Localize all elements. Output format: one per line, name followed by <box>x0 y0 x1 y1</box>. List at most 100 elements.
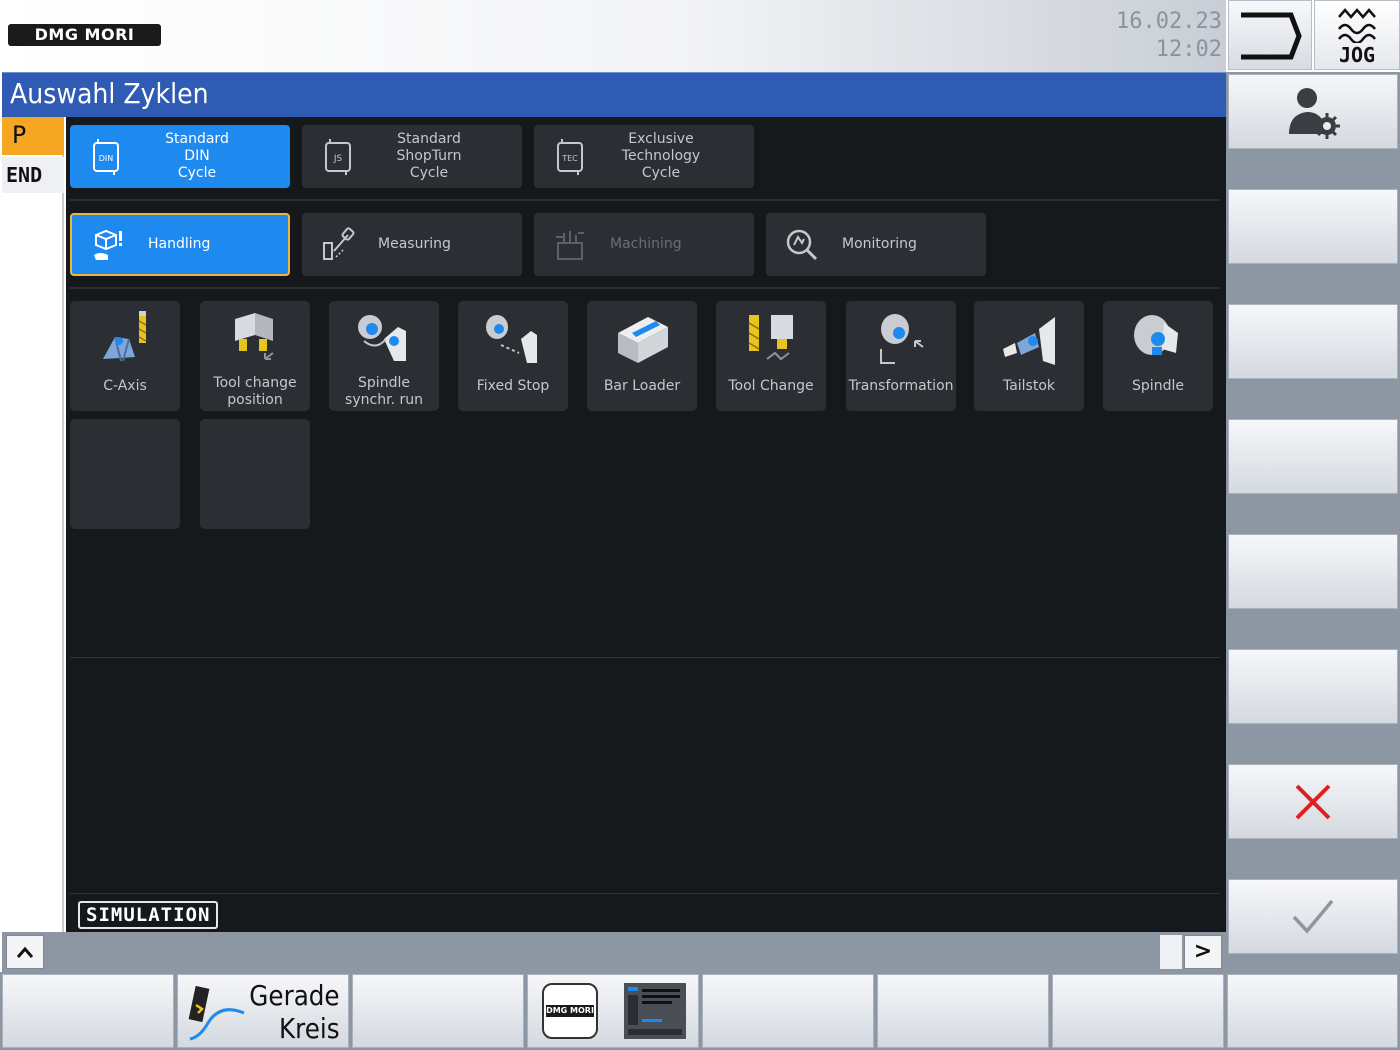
horizontal-softkey-6[interactable] <box>877 974 1049 1048</box>
program-arrow-icon <box>1241 12 1302 60</box>
tab-label: Monitoring <box>842 236 917 252</box>
tab-handling[interactable]: Handling <box>70 213 290 276</box>
tab-standard-din-cycle[interactable]: DIN Standard DIN Cycle <box>70 125 290 188</box>
tab-monitoring[interactable]: Monitoring <box>766 213 986 276</box>
tab-measuring[interactable]: Measuring <box>302 213 522 276</box>
vertical-softkey-5[interactable] <box>1228 534 1398 609</box>
cycle-item-label: Tool change position <box>213 375 297 408</box>
dmg-mori-logo: DMG MORI <box>8 24 161 46</box>
tailstock-icon <box>1003 317 1055 365</box>
program-editor-icon <box>624 983 686 1039</box>
divider <box>70 893 1220 894</box>
cycle-item-tool-change-position[interactable]: Tool change position <box>200 301 310 411</box>
empty-cycle-slot <box>200 419 310 529</box>
cycle-item-tailstock[interactable]: Tailstok <box>974 301 1084 411</box>
svg-text:TEC: TEC <box>561 154 578 163</box>
fixed-stop-icon <box>486 315 537 363</box>
cancel-button[interactable] <box>1228 764 1398 839</box>
ok-button[interactable] <box>1228 879 1398 954</box>
line-circle-icon <box>188 985 245 1041</box>
cycle-item-label: Tailstok <box>1002 378 1056 394</box>
cancel-x-icon <box>1295 784 1331 819</box>
cycle-selection-panel: DIN Standard DIN Cycle JS Standard ShopTurn… <box>66 117 1226 932</box>
cycle-item-label: Transformation <box>848 378 954 394</box>
cycle-item-bar-loader[interactable]: Bar Loader <box>587 301 697 411</box>
horizontal-softkey-1[interactable] <box>2 974 174 1048</box>
cycle-item-label: Spindle synchr. run <box>345 375 423 408</box>
gerade-kreis-softkey[interactable]: Gerade Kreis <box>177 974 349 1048</box>
tab-standard-shopturn-cycle[interactable]: JS Standard ShopTurn Cycle <box>302 125 522 188</box>
scroll-strip: > <box>2 932 1226 972</box>
program-block-column: P END <box>2 117 64 932</box>
confirm-check-icon <box>1292 899 1334 934</box>
cycle-item-tool-change[interactable]: Tool Change <box>716 301 826 411</box>
tool-change-position-icon <box>235 313 274 360</box>
scrollbar-thumb[interactable] <box>1160 935 1182 969</box>
empty-cycle-slot <box>70 419 180 529</box>
cycle-item-label: C-Axis <box>103 378 147 394</box>
divider <box>70 287 1220 289</box>
transformation-icon <box>880 314 924 364</box>
header-bar: DMG MORI 16.02.23 12:02 <box>0 0 1226 72</box>
divider <box>70 199 1220 201</box>
datetime-display: 16.02.23 12:02 <box>1116 8 1222 64</box>
gerade-kreis-label: Gerade Kreis <box>249 979 340 1045</box>
cycle-item-label: Bar Loader <box>603 378 681 394</box>
vertical-softkey-4[interactable] <box>1228 419 1398 494</box>
machining-icon <box>548 223 592 267</box>
program-mode-button[interactable] <box>1228 0 1312 70</box>
bar-loader-icon <box>618 317 668 363</box>
tool-change-icon <box>748 315 793 361</box>
horizontal-softkey-8[interactable] <box>1227 974 1398 1048</box>
scroll-up-button[interactable] <box>6 935 44 969</box>
c-axis-icon <box>103 311 147 362</box>
dmg-app-softkey[interactable]: DMG MORI <box>527 974 699 1048</box>
jog-mode-button[interactable]: JOG <box>1314 0 1400 70</box>
user-settings-icon <box>1289 87 1340 139</box>
vertical-softkey-2[interactable] <box>1228 189 1398 264</box>
tab-machining[interactable]: Machining <box>534 213 754 276</box>
horizontal-softkey-5[interactable] <box>702 974 874 1048</box>
technology-cycle-icon: TEC <box>548 135 592 179</box>
tab-label: Machining <box>610 236 682 252</box>
jog-label: JOG <box>1338 43 1376 67</box>
svg-text:JS: JS <box>333 154 343 164</box>
time-text: 12:02 <box>1155 37 1222 62</box>
jog-wave-icon <box>1338 8 1376 43</box>
cycle-item-transformation[interactable]: Transformation <box>846 301 956 411</box>
din-cycle-icon: DIN <box>84 135 128 179</box>
chevron-up-icon <box>16 946 34 958</box>
cycle-item-c-axis[interactable]: C-Axis <box>70 301 180 411</box>
cycle-item-spindle-synchr-run[interactable]: Spindle synchr. run <box>329 301 439 411</box>
spindle-synchr-run-icon <box>358 315 406 361</box>
handling-icon <box>86 223 130 267</box>
program-line-p[interactable]: P <box>2 117 64 155</box>
cycle-item-label: Tool Change <box>728 378 814 394</box>
tab-label: Standard DIN Cycle <box>165 131 229 181</box>
spindle-icon <box>1134 315 1178 355</box>
tab-label: Exclusive Technology Cycle <box>621 131 701 181</box>
cycle-item-label: Fixed Stop <box>476 378 550 394</box>
svg-text:DIN: DIN <box>99 154 114 163</box>
tab-label: Handling <box>148 236 211 252</box>
cycle-item-fixed-stop[interactable]: Fixed Stop <box>458 301 568 411</box>
dmg-mori-app-icon: DMG MORI <box>542 983 598 1039</box>
cycle-item-spindle[interactable]: Spindle <box>1103 301 1213 411</box>
cycle-item-label: Spindle <box>1132 378 1184 394</box>
page-title: Auswahl Zyklen <box>10 77 209 110</box>
scroll-right-button[interactable]: > <box>1184 935 1222 969</box>
date-text: 16.02.23 <box>1116 9 1222 34</box>
shopturn-cycle-icon: JS <box>316 135 360 179</box>
vertical-softkey-6[interactable] <box>1228 649 1398 724</box>
title-bar: Auswahl Zyklen <box>2 72 1226 117</box>
tab-exclusive-technology-cycle[interactable]: TEC Exclusive Technology Cycle <box>534 125 754 188</box>
measuring-icon <box>316 223 360 267</box>
vertical-softkey-1[interactable] <box>1228 74 1398 149</box>
divider <box>70 657 1220 658</box>
horizontal-softkey-7[interactable] <box>1052 974 1224 1048</box>
vertical-softkey-3[interactable] <box>1228 304 1398 379</box>
program-line-end[interactable]: END <box>2 157 64 193</box>
tab-label: Measuring <box>378 236 451 252</box>
simulation-badge: SIMULATION <box>78 901 219 929</box>
horizontal-softkey-3[interactable] <box>352 974 524 1048</box>
